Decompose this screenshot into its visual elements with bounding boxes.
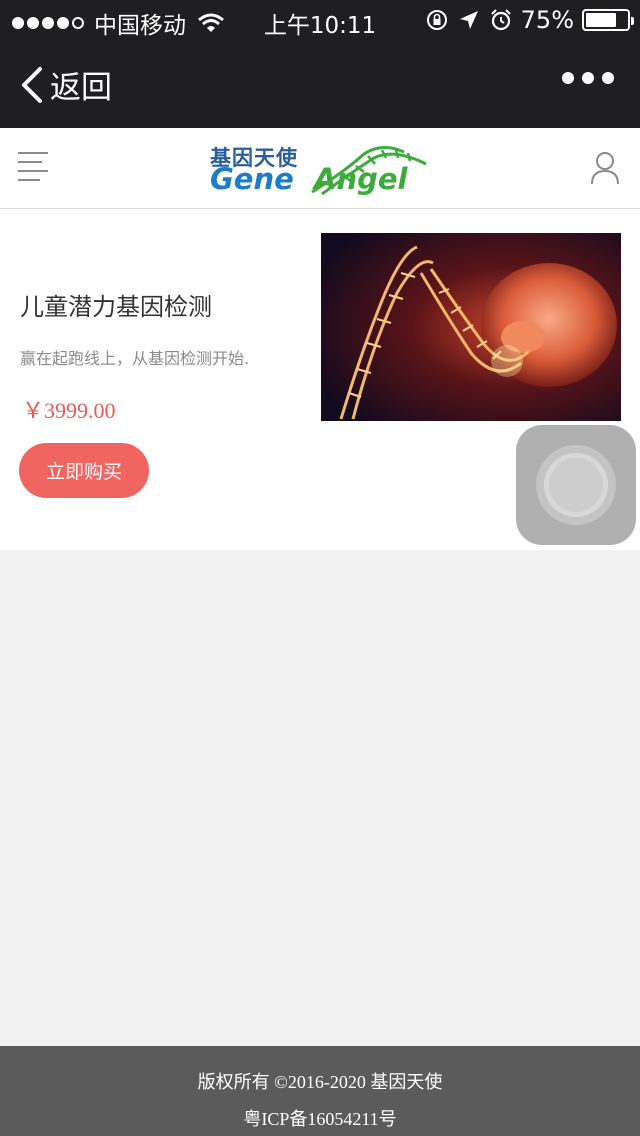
rotation-lock-icon [426,10,447,30]
status-right: 75% [425,6,634,34]
site-header: 基因天使 Gene Angel [0,128,640,209]
menu-line [18,161,42,163]
status-bar: 中国移动 上午10:11 75% [0,0,640,40]
more-dots-icon[interactable] [562,72,614,84]
footer: 版权所有 ©2016-2020 基因天使 粤ICP备16054211号 [0,1046,640,1136]
nav-bar: 返回 [0,40,640,128]
menu-line [18,179,40,181]
more-dot [562,72,574,84]
more-dot [582,72,594,84]
copyright-text: 版权所有 ©2016-2020 基因天使 [197,1072,443,1092]
icp-license-text[interactable]: 粤ICP备16054211号 [0,1105,640,1131]
back-label: 返回 [50,70,112,106]
menu-line [18,152,48,154]
battery-fill [586,13,616,27]
menu-icon[interactable] [18,152,50,182]
more-dot [602,72,614,84]
logo-gene-text: Gene [210,162,294,196]
alarm-icon [490,9,511,31]
logo-angel-text: Angel [314,162,408,196]
battery-tip [631,17,634,25]
dna-fetus-image [321,233,621,421]
product-image[interactable] [321,233,621,421]
buy-now-button[interactable]: 立即购买 [19,443,149,498]
back-button[interactable]: 返回 [18,62,112,107]
back-chevron-icon [22,66,42,103]
assistive-touch-core [549,458,603,512]
product-title[interactable]: 儿童潜力基因检测 [20,287,212,322]
user-icon[interactable] [590,150,620,186]
product-price: ￥3999.00 [22,398,116,423]
battery-percent: 75% [520,6,574,34]
assistive-touch-button[interactable] [516,425,636,545]
location-icon [459,11,478,29]
product-description: 赢在起跑线上，从基因检测开始. [20,349,250,368]
menu-line [18,170,48,172]
site-logo[interactable]: 基因天使 Gene Angel [210,142,432,196]
battery-icon [582,9,634,31]
